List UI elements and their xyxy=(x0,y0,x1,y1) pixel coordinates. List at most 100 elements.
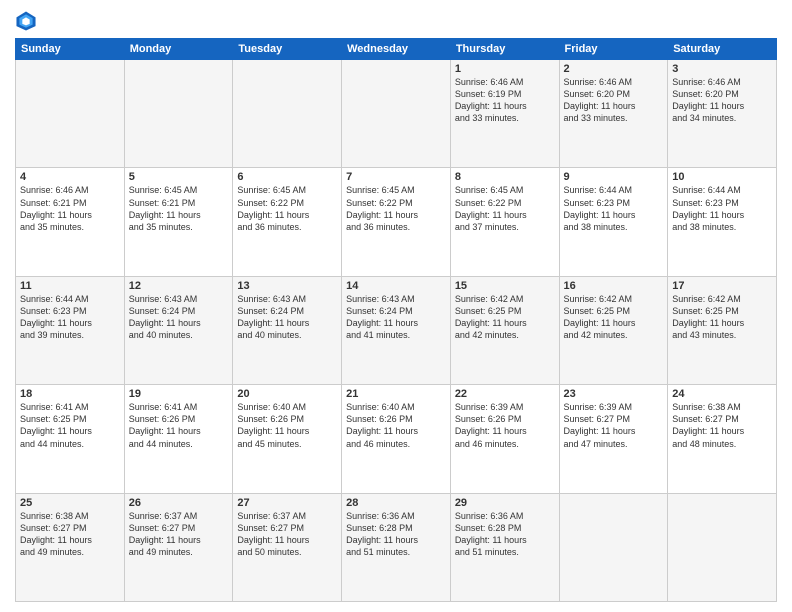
day-number: 2 xyxy=(564,63,664,75)
day-info: Sunrise: 6:41 AM Sunset: 6:26 PM Dayligh… xyxy=(129,401,229,450)
day-number: 14 xyxy=(346,280,446,292)
day-info: Sunrise: 6:39 AM Sunset: 6:26 PM Dayligh… xyxy=(455,401,555,450)
calendar-cell: 29Sunrise: 6:36 AM Sunset: 6:28 PM Dayli… xyxy=(450,493,559,601)
calendar-cell xyxy=(342,60,451,168)
calendar-cell: 6Sunrise: 6:45 AM Sunset: 6:22 PM Daylig… xyxy=(233,168,342,276)
calendar-cell: 11Sunrise: 6:44 AM Sunset: 6:23 PM Dayli… xyxy=(16,276,125,384)
day-number: 9 xyxy=(564,171,664,183)
day-info: Sunrise: 6:40 AM Sunset: 6:26 PM Dayligh… xyxy=(237,401,337,450)
calendar-cell: 1Sunrise: 6:46 AM Sunset: 6:19 PM Daylig… xyxy=(450,60,559,168)
day-number: 23 xyxy=(564,388,664,400)
calendar-header-wednesday: Wednesday xyxy=(342,39,451,60)
day-number: 16 xyxy=(564,280,664,292)
day-info: Sunrise: 6:38 AM Sunset: 6:27 PM Dayligh… xyxy=(20,510,120,559)
day-info: Sunrise: 6:41 AM Sunset: 6:25 PM Dayligh… xyxy=(20,401,120,450)
day-info: Sunrise: 6:46 AM Sunset: 6:21 PM Dayligh… xyxy=(20,184,120,233)
calendar-week-4: 18Sunrise: 6:41 AM Sunset: 6:25 PM Dayli… xyxy=(16,385,777,493)
day-number: 21 xyxy=(346,388,446,400)
day-info: Sunrise: 6:45 AM Sunset: 6:22 PM Dayligh… xyxy=(455,184,555,233)
day-info: Sunrise: 6:46 AM Sunset: 6:19 PM Dayligh… xyxy=(455,76,555,125)
calendar-header-tuesday: Tuesday xyxy=(233,39,342,60)
calendar-cell: 12Sunrise: 6:43 AM Sunset: 6:24 PM Dayli… xyxy=(124,276,233,384)
day-number: 15 xyxy=(455,280,555,292)
day-info: Sunrise: 6:42 AM Sunset: 6:25 PM Dayligh… xyxy=(564,293,664,342)
day-info: Sunrise: 6:37 AM Sunset: 6:27 PM Dayligh… xyxy=(237,510,337,559)
day-info: Sunrise: 6:40 AM Sunset: 6:26 PM Dayligh… xyxy=(346,401,446,450)
day-number: 8 xyxy=(455,171,555,183)
day-number: 12 xyxy=(129,280,229,292)
calendar-header-row: SundayMondayTuesdayWednesdayThursdayFrid… xyxy=(16,39,777,60)
day-info: Sunrise: 6:38 AM Sunset: 6:27 PM Dayligh… xyxy=(672,401,772,450)
calendar-cell: 13Sunrise: 6:43 AM Sunset: 6:24 PM Dayli… xyxy=(233,276,342,384)
day-number: 26 xyxy=(129,497,229,509)
day-number: 17 xyxy=(672,280,772,292)
calendar-cell xyxy=(559,493,668,601)
day-info: Sunrise: 6:43 AM Sunset: 6:24 PM Dayligh… xyxy=(129,293,229,342)
day-number: 7 xyxy=(346,171,446,183)
calendar-cell: 23Sunrise: 6:39 AM Sunset: 6:27 PM Dayli… xyxy=(559,385,668,493)
day-number: 11 xyxy=(20,280,120,292)
calendar-cell xyxy=(124,60,233,168)
calendar-cell: 21Sunrise: 6:40 AM Sunset: 6:26 PM Dayli… xyxy=(342,385,451,493)
day-info: Sunrise: 6:42 AM Sunset: 6:25 PM Dayligh… xyxy=(455,293,555,342)
calendar-week-5: 25Sunrise: 6:38 AM Sunset: 6:27 PM Dayli… xyxy=(16,493,777,601)
calendar-header-sunday: Sunday xyxy=(16,39,125,60)
day-info: Sunrise: 6:36 AM Sunset: 6:28 PM Dayligh… xyxy=(346,510,446,559)
day-number: 25 xyxy=(20,497,120,509)
day-number: 29 xyxy=(455,497,555,509)
header xyxy=(15,10,777,32)
day-number: 5 xyxy=(129,171,229,183)
calendar-header-monday: Monday xyxy=(124,39,233,60)
calendar-cell: 17Sunrise: 6:42 AM Sunset: 6:25 PM Dayli… xyxy=(668,276,777,384)
calendar-cell xyxy=(668,493,777,601)
day-number: 20 xyxy=(237,388,337,400)
day-number: 1 xyxy=(455,63,555,75)
calendar-header-saturday: Saturday xyxy=(668,39,777,60)
calendar-cell: 8Sunrise: 6:45 AM Sunset: 6:22 PM Daylig… xyxy=(450,168,559,276)
calendar-cell: 2Sunrise: 6:46 AM Sunset: 6:20 PM Daylig… xyxy=(559,60,668,168)
calendar-cell: 14Sunrise: 6:43 AM Sunset: 6:24 PM Dayli… xyxy=(342,276,451,384)
day-info: Sunrise: 6:36 AM Sunset: 6:28 PM Dayligh… xyxy=(455,510,555,559)
day-info: Sunrise: 6:46 AM Sunset: 6:20 PM Dayligh… xyxy=(564,76,664,125)
logo xyxy=(15,14,39,32)
day-number: 24 xyxy=(672,388,772,400)
logo-icon xyxy=(15,10,37,32)
calendar-table: SundayMondayTuesdayWednesdayThursdayFrid… xyxy=(15,38,777,602)
calendar-cell: 27Sunrise: 6:37 AM Sunset: 6:27 PM Dayli… xyxy=(233,493,342,601)
calendar-week-1: 1Sunrise: 6:46 AM Sunset: 6:19 PM Daylig… xyxy=(16,60,777,168)
day-info: Sunrise: 6:43 AM Sunset: 6:24 PM Dayligh… xyxy=(346,293,446,342)
calendar-cell: 20Sunrise: 6:40 AM Sunset: 6:26 PM Dayli… xyxy=(233,385,342,493)
day-number: 10 xyxy=(672,171,772,183)
day-info: Sunrise: 6:44 AM Sunset: 6:23 PM Dayligh… xyxy=(564,184,664,233)
calendar-cell: 24Sunrise: 6:38 AM Sunset: 6:27 PM Dayli… xyxy=(668,385,777,493)
page: SundayMondayTuesdayWednesdayThursdayFrid… xyxy=(0,0,792,612)
calendar-cell xyxy=(16,60,125,168)
calendar-cell: 19Sunrise: 6:41 AM Sunset: 6:26 PM Dayli… xyxy=(124,385,233,493)
calendar-cell: 15Sunrise: 6:42 AM Sunset: 6:25 PM Dayli… xyxy=(450,276,559,384)
calendar-week-2: 4Sunrise: 6:46 AM Sunset: 6:21 PM Daylig… xyxy=(16,168,777,276)
calendar-cell: 5Sunrise: 6:45 AM Sunset: 6:21 PM Daylig… xyxy=(124,168,233,276)
calendar-header-thursday: Thursday xyxy=(450,39,559,60)
calendar-cell: 7Sunrise: 6:45 AM Sunset: 6:22 PM Daylig… xyxy=(342,168,451,276)
calendar-cell: 22Sunrise: 6:39 AM Sunset: 6:26 PM Dayli… xyxy=(450,385,559,493)
day-number: 28 xyxy=(346,497,446,509)
calendar-cell: 18Sunrise: 6:41 AM Sunset: 6:25 PM Dayli… xyxy=(16,385,125,493)
day-info: Sunrise: 6:45 AM Sunset: 6:22 PM Dayligh… xyxy=(346,184,446,233)
day-info: Sunrise: 6:44 AM Sunset: 6:23 PM Dayligh… xyxy=(20,293,120,342)
day-info: Sunrise: 6:39 AM Sunset: 6:27 PM Dayligh… xyxy=(564,401,664,450)
day-number: 18 xyxy=(20,388,120,400)
calendar-cell: 9Sunrise: 6:44 AM Sunset: 6:23 PM Daylig… xyxy=(559,168,668,276)
day-info: Sunrise: 6:37 AM Sunset: 6:27 PM Dayligh… xyxy=(129,510,229,559)
calendar-cell: 10Sunrise: 6:44 AM Sunset: 6:23 PM Dayli… xyxy=(668,168,777,276)
day-info: Sunrise: 6:42 AM Sunset: 6:25 PM Dayligh… xyxy=(672,293,772,342)
day-number: 22 xyxy=(455,388,555,400)
day-number: 27 xyxy=(237,497,337,509)
day-info: Sunrise: 6:43 AM Sunset: 6:24 PM Dayligh… xyxy=(237,293,337,342)
calendar-week-3: 11Sunrise: 6:44 AM Sunset: 6:23 PM Dayli… xyxy=(16,276,777,384)
calendar-cell: 25Sunrise: 6:38 AM Sunset: 6:27 PM Dayli… xyxy=(16,493,125,601)
day-info: Sunrise: 6:44 AM Sunset: 6:23 PM Dayligh… xyxy=(672,184,772,233)
calendar-cell: 26Sunrise: 6:37 AM Sunset: 6:27 PM Dayli… xyxy=(124,493,233,601)
day-number: 13 xyxy=(237,280,337,292)
calendar-header-friday: Friday xyxy=(559,39,668,60)
day-number: 19 xyxy=(129,388,229,400)
